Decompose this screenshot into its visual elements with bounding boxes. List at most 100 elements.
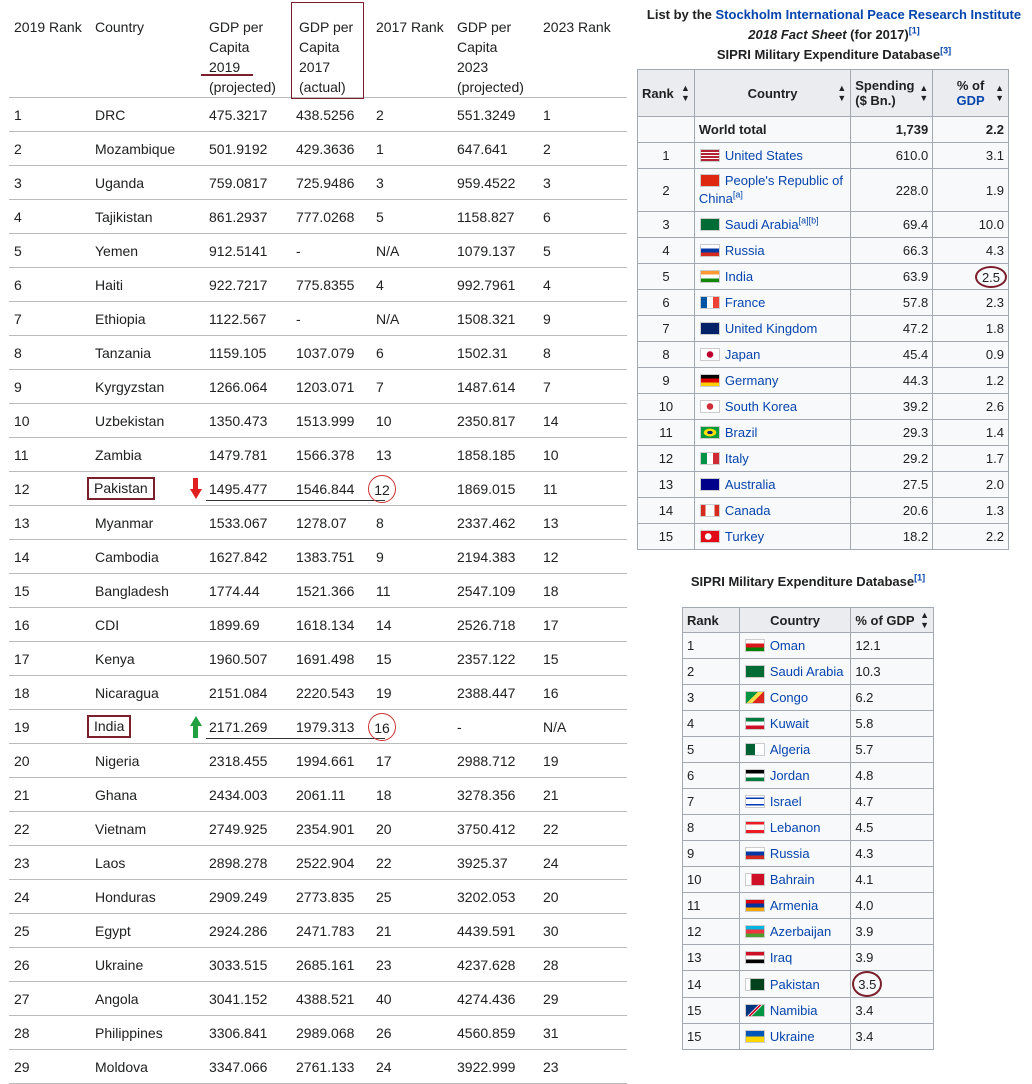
sipri2-col-pct[interactable]: % of GDP ▲ ▼ [850,607,934,633]
table-row: 22 Vietnam 2749.925 2354.901 20 3750.412 22 [9,811,627,846]
table-row: 24 Honduras 2909.249 2773.835 25 3202.053 20 [9,879,627,914]
country-link[interactable]: Lebanon [770,820,821,835]
rank-cell: 8 [682,814,740,841]
footnote-ref[interactable]: [a] [733,190,743,200]
spending-cell: 45.4 [850,341,934,368]
gdp-2017-cell: 2471.783 [291,913,371,948]
country-link[interactable]: Canada [725,503,771,518]
sipri2-col-rank[interactable]: Rank [682,607,740,633]
gdp-2023-cell: 3750.412 [452,811,538,846]
country-link[interactable]: Armenia [770,898,818,913]
rank-cell: 3 [682,684,740,711]
rank-2019-cell: 1 [9,97,90,132]
country-link[interactable]: Iraq [770,950,792,965]
country-link[interactable]: Namibia [770,1003,818,1018]
country-cell: Myanmar [90,505,204,540]
country-link[interactable]: Israel [770,794,802,809]
country-cell: United Kingdom [693,315,852,342]
sort-icon[interactable]: ▲ ▼ [681,83,690,103]
rank-cell: 8 [637,341,695,368]
rank-2017-cell: 4 [371,267,452,302]
table-row: 17 Kenya 1960.507 1691.498 15 2357.122 15 [9,641,627,676]
gdp-2023-cell: 2547.109 [452,573,538,608]
country-link[interactable]: Italy [725,451,749,466]
rank-2019-cell: 20 [9,743,90,778]
footnote-ref[interactable]: [a][b] [799,216,819,226]
country-link[interactable]: Kuwait [770,716,809,731]
rank-2019-cell: 11 [9,437,90,472]
rank-cell: 2 [637,168,695,212]
country-link[interactable]: Turkey [725,529,764,544]
country-cell: India [87,709,204,744]
gdp-2017-cell: 1513.999 [291,403,371,438]
rank-2023-cell: 16 [538,675,627,710]
sort-icon[interactable]: ▲ ▼ [837,83,846,103]
sipri1-subtitle-ref[interactable]: [3] [940,46,951,56]
country-link[interactable]: France [725,295,765,310]
rank-2017-cell: 6 [371,335,452,370]
gdp-2017-cell: 2522.904 [291,845,371,880]
sipri1-col-spending[interactable]: Spending ($ Bn.) ▲ ▼ [850,69,934,117]
country-link[interactable]: Japan [725,347,760,362]
gdp-2017-cell: - [291,233,371,268]
rank-2017-cell: 25 [371,879,452,914]
sipri1-caption: List by the Stockholm International Peac… [646,7,1022,62]
country-link[interactable]: South Korea [725,399,797,414]
sipri1-caption-ref[interactable]: [1] [909,26,920,36]
country-cell: Ukraine [90,947,204,982]
flag-uk-icon [699,322,720,335]
country-cell: Turkey [693,523,852,550]
rank-cell: 14 [682,970,740,998]
table-row: 14 Pakistan 3.5 [682,970,934,998]
country-link[interactable]: Pakistan [770,977,820,992]
rank-2017-cell: 1 [371,131,452,166]
rank-2019-cell: 27 [9,981,90,1016]
sort-icon[interactable]: ▲ ▼ [995,83,1004,103]
rank-2019-cell: 23 [9,845,90,880]
country-link[interactable]: Bahrain [770,872,815,887]
rank-2019-cell: 4 [9,199,90,234]
sipri2-col-country[interactable]: Country [738,607,852,633]
rank-cell: 13 [637,471,695,498]
country-link[interactable]: Russia [770,846,810,861]
spending-cell: 69.4 [850,211,934,238]
country-link[interactable]: Congo [770,690,808,705]
country-link[interactable]: Ukraine [770,1029,815,1044]
country-link[interactable]: Azerbaijan [770,924,831,939]
country-link[interactable]: United States [725,148,803,163]
sipri2-caption-ref[interactable]: [1] [914,573,925,583]
country-cell: Uganda [90,165,204,200]
country-cell: DRC [90,97,204,132]
table-row: 21 Ghana 2434.003 2061.11 18 3278.356 21 [9,777,627,812]
table-row: 28 Philippines 3306.841 2989.068 26 4560.859 3… [9,1015,627,1050]
flag-om-icon [744,639,765,652]
country-link[interactable]: Jordan [770,768,810,783]
country-link[interactable]: Saudi Arabia [725,217,799,232]
country-link[interactable]: Saudi Arabia [770,664,844,679]
country-link[interactable]: Russia [725,243,765,258]
country-link[interactable]: People's Republic of China [699,173,843,206]
pct-gdp-cell: 3.9 [850,944,934,971]
sort-icon[interactable]: ▲ ▼ [919,83,928,103]
gdp-2023-cell: 2388.447 [452,675,538,710]
sort-icon[interactable]: ▲ ▼ [920,610,929,630]
table-row: 26 Ukraine 3033.515 2685.161 23 4237.628 28 [9,947,627,982]
pct-gdp-cell: 10.3 [850,658,934,685]
country-link[interactable]: Brazil [725,425,758,440]
country-link[interactable]: Australia [725,477,776,492]
country-link[interactable]: India [725,269,753,284]
country-link[interactable]: Algeria [770,742,810,757]
country-link[interactable]: Germany [725,373,778,388]
country-link[interactable]: United Kingdom [725,321,818,336]
gdp-2019-cell: 861.2937 [204,199,291,234]
rank-2017-cell: 26 [371,1015,452,1050]
sipri1-col-pct-gdp[interactable]: % of GDP ▲ ▼ [932,69,1009,117]
rank-2023-cell: 6 [538,199,627,234]
sipri-institute-link[interactable]: Stockholm International Peace Research I… [716,7,1022,22]
country-link[interactable]: Oman [770,638,805,653]
sipri1-col-country[interactable]: Country ▲ ▼ [693,69,852,117]
gdp-2017-cell: 1278.07 [291,505,371,540]
gdp-2019-cell: 2318.455 [204,743,291,778]
sipri1-col-rank[interactable]: Rank ▲ ▼ [637,69,695,117]
rank-2019-cell: 12 [9,471,90,506]
